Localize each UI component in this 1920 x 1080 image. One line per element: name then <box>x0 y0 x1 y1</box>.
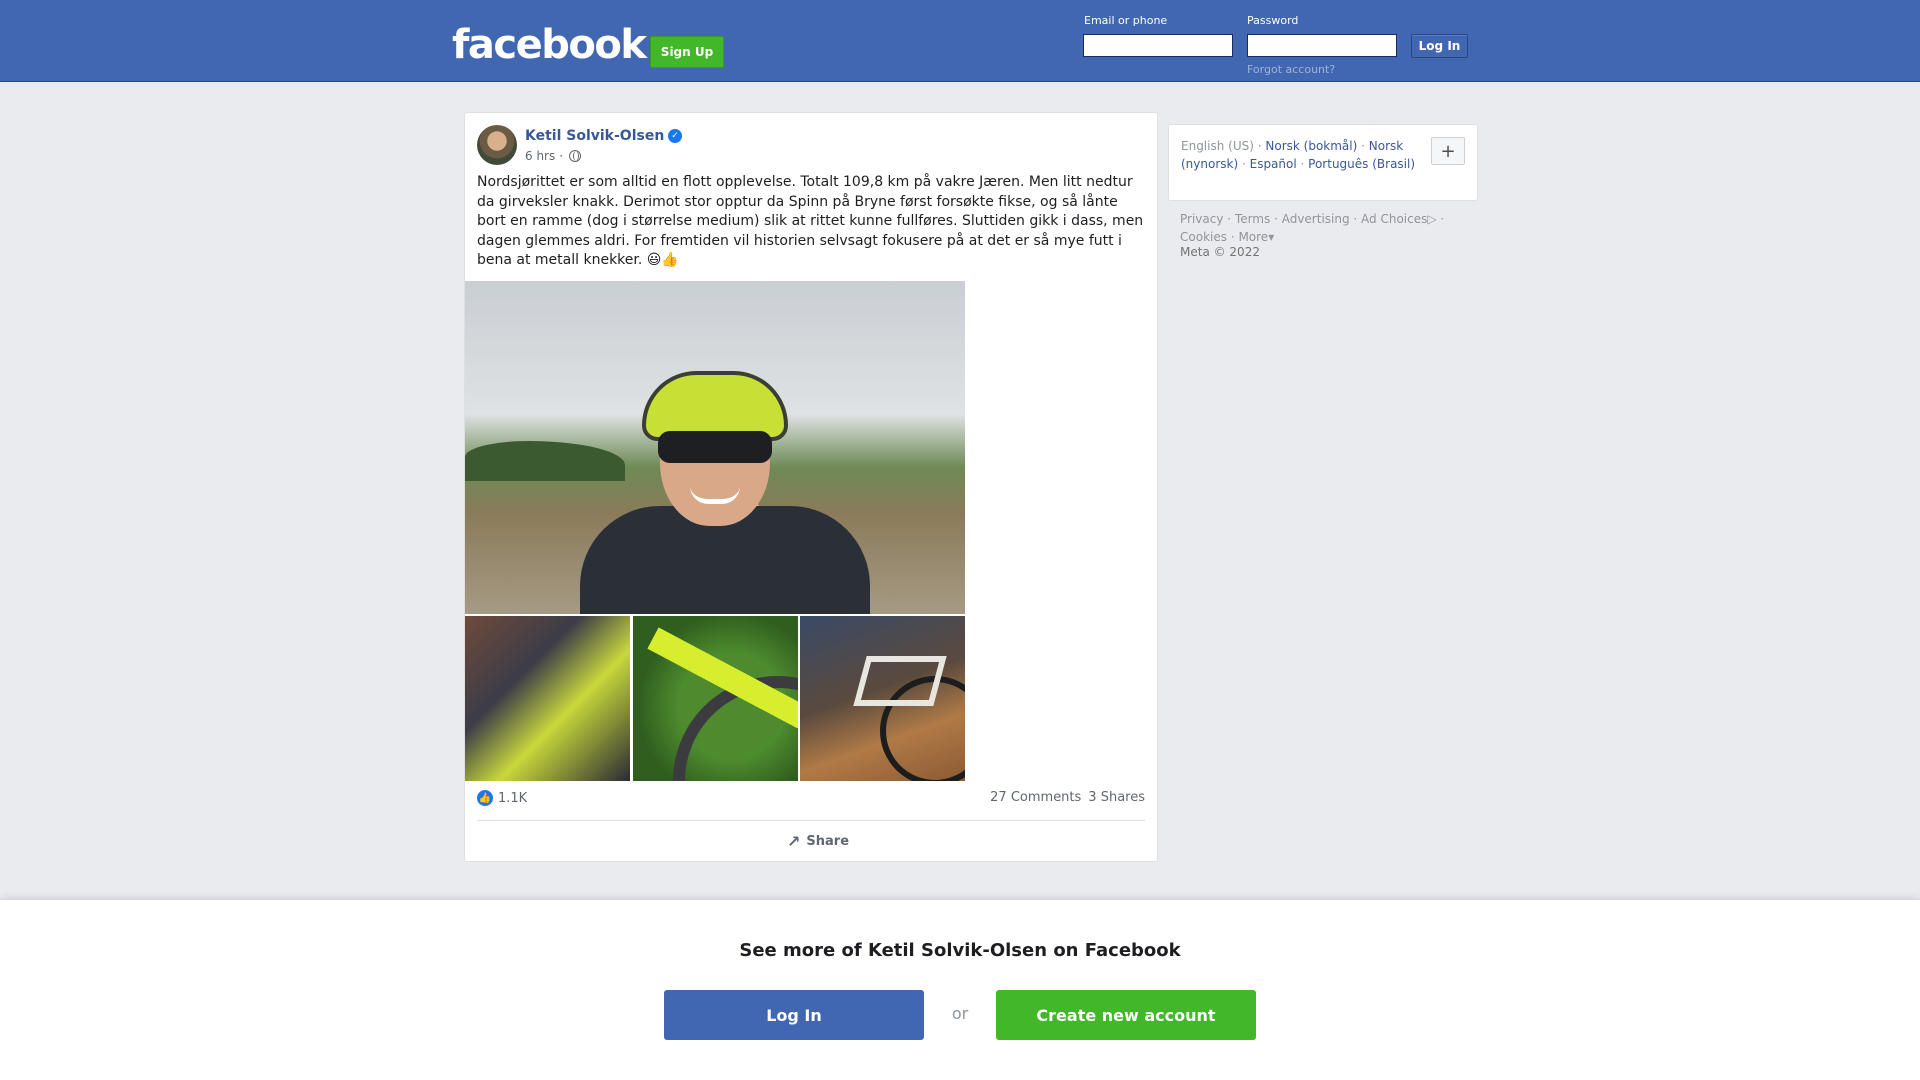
post-text: Nordsjørittet er som alltid en flott opp… <box>477 174 1144 268</box>
language-link-bokmal[interactable]: Norsk (bokmål) <box>1265 139 1357 153</box>
footer-link-more[interactable]: More <box>1238 230 1268 244</box>
create-account-button[interactable]: Create new account <box>996 990 1256 1040</box>
language-link-portugues[interactable]: Português (Brasil) <box>1308 157 1415 171</box>
forgot-account-link[interactable]: Forgot account? <box>1247 63 1335 76</box>
share-icon: ↗ <box>787 832 801 851</box>
email-field[interactable] <box>1083 34 1233 57</box>
caret-down-icon: ▾ <box>1268 230 1275 244</box>
share-button[interactable]: ↗ Share <box>787 832 849 851</box>
reactions-summary[interactable]: 👍 1.1K <box>477 790 527 806</box>
header-login-button[interactable]: Log In <box>1411 34 1468 58</box>
post-photo-thumb-3[interactable] <box>800 616 965 781</box>
footer-link-privacy[interactable]: Privacy <box>1180 212 1223 226</box>
more-languages-button[interactable]: + <box>1431 137 1465 165</box>
author-name[interactable]: Ketil Solvik-Olsen <box>525 128 664 144</box>
footer-link-advertising[interactable]: Advertising <box>1282 212 1350 226</box>
password-field[interactable] <box>1247 34 1397 57</box>
banner-login-button[interactable]: Log In <box>664 990 924 1040</box>
current-language: English (US) <box>1181 139 1254 153</box>
language-list: English (US) · Norsk (bokmål) · Norsk (n… <box>1181 139 1416 171</box>
banner-title: See more of Ketil Solvik-Olsen on Facebo… <box>739 940 1181 961</box>
post-time[interactable]: 6 hrs <box>525 149 555 163</box>
post-card: Ketil Solvik-Olsen ✓ 6 hrs · Nordsjøritt… <box>464 112 1158 862</box>
author-avatar[interactable] <box>477 125 517 165</box>
banner-or-text: or <box>951 1004 969 1023</box>
like-icon: 👍 <box>477 790 493 806</box>
footer-link-cookies[interactable]: Cookies <box>1180 230 1227 244</box>
sign-up-button[interactable]: Sign Up <box>650 36 724 68</box>
engagement-counts: 27 Comments 3 Shares <box>990 790 1145 805</box>
reaction-count: 1.1K <box>498 790 528 806</box>
footer-link-ad-choices[interactable]: Ad Choices <box>1361 212 1427 226</box>
email-label: Email or phone <box>1084 14 1168 27</box>
footer-links: Privacy · Terms · Advertising · Ad Choic… <box>1180 212 1445 244</box>
post-meta: 6 hrs · <box>525 149 582 163</box>
share-label: Share <box>806 834 850 849</box>
photo-sunglasses <box>658 431 772 463</box>
facebook-logo[interactable]: facebook <box>452 22 647 68</box>
meta-separator: · <box>559 149 564 163</box>
language-selector-box: English (US) · Norsk (bokmål) · Norsk (n… <box>1168 124 1478 201</box>
language-link-espanol[interactable]: Español <box>1250 157 1297 171</box>
footer-link-terms[interactable]: Terms <box>1235 212 1270 226</box>
ad-choices-icon: ▷ <box>1427 212 1437 226</box>
verified-badge-icon: ✓ <box>668 129 682 143</box>
photo-cyclist <box>580 336 870 614</box>
post-photo-thumb-2[interactable] <box>633 616 798 781</box>
post-photo-thumb-1[interactable] <box>465 616 630 781</box>
post-photo-main[interactable] <box>465 281 965 614</box>
copyright: Meta © 2022 <box>1180 245 1260 259</box>
shares-count[interactable]: 3 Shares <box>1088 790 1145 805</box>
action-divider <box>477 820 1145 821</box>
password-label: Password <box>1247 14 1299 27</box>
login-prompt-banner: See more of Ketil Solvik-Olsen on Facebo… <box>0 900 1920 1080</box>
photo-bike-frame <box>853 656 947 706</box>
top-navigation-bar: facebook Sign Up Email or phone Password… <box>0 0 1920 82</box>
globe-icon <box>569 150 582 162</box>
comments-count[interactable]: 27 Comments <box>990 790 1081 805</box>
